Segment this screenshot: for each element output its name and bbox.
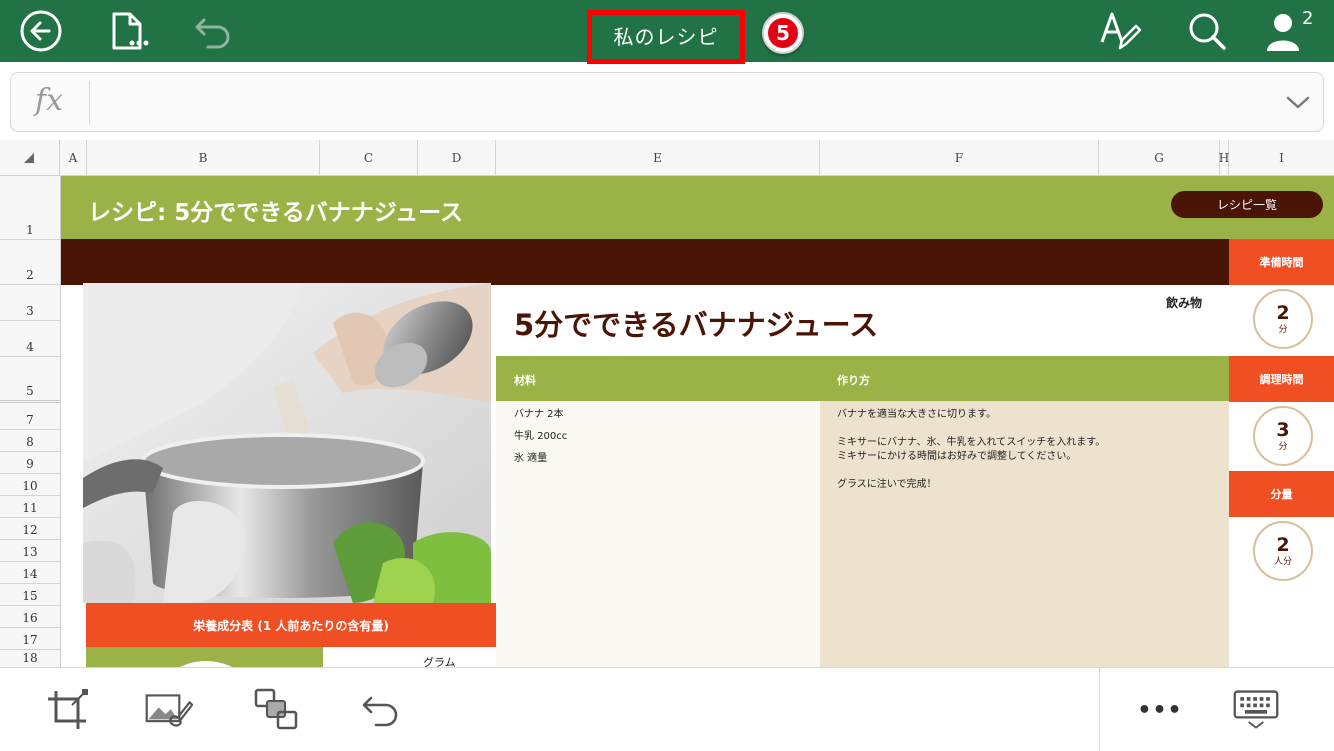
recipe-banner[interactable]: レシピ: 5分でできるバナナジュース レシピ一覧 bbox=[61, 176, 1334, 239]
method-step[interactable]: グラスに注いで完成！ bbox=[837, 475, 937, 490]
cook-time-circle[interactable]: 3 分 bbox=[1253, 406, 1313, 466]
crop-icon[interactable] bbox=[43, 686, 91, 734]
banner-title[interactable]: レシピ: 5分でできるバナナジュース bbox=[88, 193, 463, 227]
collaborator-count: 2 bbox=[1302, 8, 1314, 29]
column-header-b[interactable]: B bbox=[87, 140, 320, 176]
column-headers: A B C D E F G H I bbox=[0, 140, 1334, 176]
column-header-g[interactable]: G bbox=[1099, 140, 1220, 176]
row-header[interactable]: 1 bbox=[0, 176, 60, 240]
arrange-icon[interactable] bbox=[252, 686, 300, 734]
column-header-a[interactable]: A bbox=[60, 140, 87, 176]
row-header[interactable]: 4 bbox=[0, 321, 60, 357]
ingredients-heading[interactable]: 材料 bbox=[514, 372, 536, 388]
method-heading[interactable]: 作り方 bbox=[837, 372, 870, 388]
nutrition-chart-area[interactable] bbox=[86, 647, 323, 667]
row-header[interactable]: 18 bbox=[0, 650, 60, 667]
column-header-c[interactable]: C bbox=[320, 140, 418, 176]
dish-title[interactable]: 5分でできるバナナジュース bbox=[514, 302, 878, 344]
undo-icon[interactable] bbox=[356, 686, 404, 734]
back-icon[interactable] bbox=[18, 8, 64, 54]
worksheet[interactable]: レシピ: 5分でできるバナナジュース レシピ一覧 栄養成分表 (1 人前あたりの… bbox=[61, 176, 1334, 667]
servings-circle[interactable]: 2 人分 bbox=[1253, 521, 1313, 581]
recipe-photo[interactable] bbox=[83, 283, 491, 603]
picture-styles-icon[interactable] bbox=[145, 686, 193, 734]
ingredient-item[interactable]: バナナ 2本 bbox=[514, 405, 564, 420]
picture-toolbar: ••• bbox=[0, 667, 1334, 751]
text-edit-icon[interactable] bbox=[1098, 8, 1144, 54]
app-toolbar: 私のレシピ 5 2 bbox=[0, 0, 1334, 64]
column-header-h[interactable]: H bbox=[1219, 140, 1229, 176]
row-header[interactable]: 10 bbox=[0, 474, 60, 496]
ingredient-item[interactable]: 牛乳 200cc bbox=[514, 427, 567, 442]
row-header[interactable]: 16 bbox=[0, 606, 60, 628]
formula-divider bbox=[89, 81, 90, 125]
row-header[interactable]: 8 bbox=[0, 430, 60, 452]
keyboard-icon[interactable] bbox=[1232, 686, 1280, 734]
column-header-i[interactable]: I bbox=[1229, 140, 1334, 176]
row-header[interactable]: 7 bbox=[0, 403, 60, 430]
file-menu-icon[interactable] bbox=[106, 8, 152, 54]
method-step[interactable]: ミキサーにかける時間はお好みで調整してください。 bbox=[837, 447, 1076, 462]
row-header[interactable]: 15 bbox=[0, 584, 60, 606]
servings-value: 2 bbox=[1276, 533, 1290, 556]
fx-label[interactable]: fx bbox=[35, 83, 63, 118]
nutrition-header[interactable]: 栄養成分表 (1 人前あたりの含有量) bbox=[86, 603, 496, 647]
servings-label[interactable]: 分量 bbox=[1229, 471, 1334, 517]
row-header[interactable]: 12 bbox=[0, 518, 60, 540]
row-header[interactable]: 14 bbox=[0, 562, 60, 584]
formula-bar[interactable]: fx bbox=[10, 72, 1324, 132]
cook-time-unit: 分 bbox=[1278, 441, 1288, 452]
gram-label[interactable]: グラム bbox=[423, 654, 456, 667]
select-all-corner[interactable] bbox=[0, 140, 60, 176]
chevron-down-icon[interactable] bbox=[1285, 91, 1311, 117]
cook-time-value: 3 bbox=[1276, 418, 1290, 441]
search-icon[interactable] bbox=[1184, 8, 1230, 54]
prep-time-unit: 分 bbox=[1278, 324, 1288, 335]
row-header[interactable]: 2 bbox=[0, 240, 60, 285]
undo-icon[interactable] bbox=[190, 8, 236, 54]
prep-time-label[interactable]: 準備時間 bbox=[1229, 239, 1334, 285]
row-header[interactable]: 3 bbox=[0, 285, 60, 321]
more-icon[interactable]: ••• bbox=[1136, 686, 1184, 734]
category-label[interactable]: 飲み物 bbox=[1166, 294, 1202, 311]
step-badge: 5 bbox=[762, 12, 804, 54]
document-title[interactable]: 私のレシピ bbox=[614, 21, 719, 50]
row-header[interactable]: 9 bbox=[0, 452, 60, 474]
column-header-d[interactable]: D bbox=[418, 140, 496, 176]
select-all-icon bbox=[24, 153, 34, 163]
cook-time-label[interactable]: 調理時間 bbox=[1229, 356, 1334, 402]
step-number: 5 bbox=[768, 18, 798, 48]
method-step[interactable]: ミキサーにバナナ、氷、牛乳を入れてスイッチを入れます。 bbox=[837, 433, 1105, 448]
column-header-f[interactable]: F bbox=[820, 140, 1099, 176]
column-header-e[interactable]: E bbox=[496, 140, 820, 176]
row-header[interactable]: 13 bbox=[0, 540, 60, 562]
prep-time-circle[interactable]: 2 分 bbox=[1253, 289, 1313, 349]
row-header[interactable]: 17 bbox=[0, 628, 60, 650]
row-header[interactable]: 5 bbox=[0, 357, 60, 403]
header-stripe bbox=[61, 239, 1229, 285]
prep-time-value: 2 bbox=[1276, 301, 1290, 324]
method-step[interactable]: バナナを適当な大きさに切ります。 bbox=[837, 405, 996, 420]
row-header[interactable]: 11 bbox=[0, 496, 60, 518]
ingredient-item[interactable]: 氷 適量 bbox=[514, 449, 547, 464]
row-headers: 1 2 3 4 5 7 8 9 10 11 12 13 14 15 16 17 … bbox=[0, 176, 61, 667]
servings-unit: 人分 bbox=[1273, 556, 1292, 567]
recipe-list-button[interactable]: レシピ一覧 bbox=[1171, 191, 1323, 218]
toolbar-divider bbox=[1099, 668, 1100, 751]
document-title-highlight[interactable]: 私のレシピ bbox=[587, 10, 745, 64]
